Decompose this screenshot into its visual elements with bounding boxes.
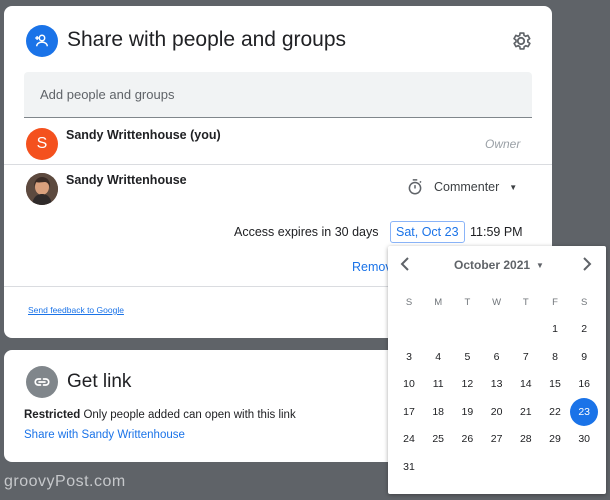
calendar-day[interactable]: 31: [395, 456, 423, 478]
calendar-day[interactable]: 14: [512, 373, 540, 395]
caret-down-icon: ▼: [509, 182, 518, 192]
calendar-day[interactable]: 3: [395, 346, 423, 368]
calendar-day[interactable]: 15: [541, 373, 569, 395]
add-people-input[interactable]: [24, 72, 532, 117]
calendar-day[interactable]: 8: [541, 346, 569, 368]
divider: [4, 164, 552, 165]
calendar-day[interactable]: 17: [395, 401, 423, 423]
weekday-header: W: [492, 296, 502, 308]
calendar-day[interactable]: 22: [541, 401, 569, 423]
calendar-day[interactable]: 30: [570, 428, 598, 450]
calendar-day[interactable]: 27: [483, 428, 511, 450]
calendar-day[interactable]: 2: [570, 318, 598, 340]
calendar-day[interactable]: 5: [453, 346, 481, 368]
calendar-day[interactable]: 10: [395, 373, 423, 395]
expiry-label: Access expires in 30 days: [234, 225, 379, 239]
calendar-day[interactable]: 9: [570, 346, 598, 368]
weekday-header: S: [581, 296, 588, 308]
month-selector[interactable]: October 2021 ▼: [454, 258, 544, 272]
weekday-header: S: [405, 296, 413, 308]
owner-name: Sandy Writtenhouse (you): [66, 128, 221, 142]
calendar-day[interactable]: 28: [512, 428, 540, 450]
calendar-day[interactable]: 19: [453, 401, 481, 423]
calendar-day[interactable]: 11: [424, 373, 452, 395]
restricted-text: Restricted Only people added can open wi…: [24, 409, 296, 421]
calendar-day[interactable]: 26: [453, 428, 481, 450]
restricted-label[interactable]: Restricted: [24, 409, 80, 421]
add-people-field[interactable]: [24, 72, 532, 118]
share-with-link[interactable]: Share with Sandy Writtenhouse: [24, 429, 185, 441]
calendar-day[interactable]: 29: [541, 428, 569, 450]
role-dropdown[interactable]: Commenter ▼: [434, 180, 517, 194]
user-avatar: [26, 173, 58, 205]
expiry-time-field[interactable]: 11:59 PM: [470, 225, 523, 239]
month-label: October 2021: [454, 258, 531, 272]
calendar-day[interactable]: 24: [395, 428, 423, 450]
expiry-date-field[interactable]: Sat, Oct 23: [390, 221, 465, 243]
role-label: Commenter: [434, 180, 500, 194]
get-link-title: Get link: [67, 371, 132, 392]
calendar-day[interactable]: 4: [424, 346, 452, 368]
calendar-day[interactable]: 6: [483, 346, 511, 368]
weekday-header: T: [464, 296, 471, 308]
calendar-day[interactable]: 25: [424, 428, 452, 450]
calendar-day[interactable]: 1: [541, 318, 569, 340]
divider: [4, 286, 390, 287]
calendar-day[interactable]: 12: [453, 373, 481, 395]
person-add-icon: [26, 25, 58, 57]
send-feedback-link[interactable]: Send feedback to Google: [28, 305, 124, 315]
caret-down-icon: ▼: [536, 260, 544, 270]
weekday-header: T: [522, 296, 529, 308]
calendar-day[interactable]: 7: [512, 346, 540, 368]
calendar-day[interactable]: 18: [424, 401, 452, 423]
weekday-header: F: [552, 296, 558, 308]
owner-role-label: Owner: [485, 137, 521, 151]
dialog-title: Share with people and groups: [67, 28, 347, 51]
calendar-day[interactable]: 21: [512, 401, 540, 423]
weekday-header: M: [434, 296, 443, 308]
calendar-day[interactable]: 20: [483, 401, 511, 423]
date-picker: October 2021 ▼ S M T W T F S 1 2 3 4 5 6 7 8 9 10 11 12 13 1…: [388, 246, 606, 494]
calendar-day[interactable]: 16: [570, 373, 598, 395]
calendar-day[interactable]: 13: [483, 373, 511, 395]
remove-button[interactable]: Remove: [352, 260, 392, 274]
user-name: Sandy Writtenhouse: [66, 173, 187, 187]
watermark: groovyPost.com: [4, 473, 126, 490]
chevron-left-icon[interactable]: [398, 256, 412, 272]
chevron-right-icon[interactable]: [580, 256, 594, 272]
gear-icon[interactable]: [510, 30, 532, 52]
restricted-description: Only people added can open with this lin…: [80, 409, 296, 421]
link-icon: [26, 366, 58, 398]
avatar: S: [26, 128, 58, 160]
timer-icon[interactable]: [406, 178, 424, 196]
calendar-day-selected[interactable]: 23: [570, 397, 599, 426]
